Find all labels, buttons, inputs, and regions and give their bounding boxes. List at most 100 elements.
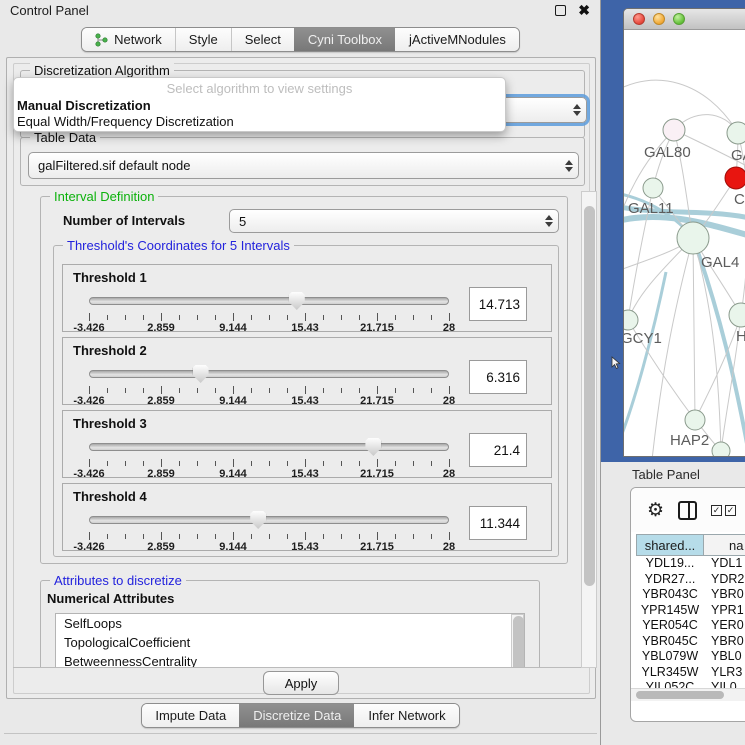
thresholds-group-title: Threshold's Coordinates for 5 Intervals xyxy=(63,238,294,253)
attribute-item-betweennesscentrality[interactable]: BetweennessCentrality xyxy=(56,652,524,668)
attributes-list-scrollbar[interactable] xyxy=(511,614,524,668)
cell-name[interactable]: YER0 xyxy=(704,618,745,634)
tab-network[interactable]: Network xyxy=(82,28,175,51)
algorithm-placeholder-option[interactable]: Select algorithm to view settings xyxy=(14,81,505,98)
tab-discretize-data[interactable]: Discretize Data xyxy=(239,704,354,727)
cell-shared-name[interactable]: YDL19... xyxy=(636,556,704,572)
cell-shared-name[interactable]: YER054C xyxy=(636,618,704,634)
table-row[interactable]: YBL079WYBL0 xyxy=(636,649,745,665)
slider-track[interactable] xyxy=(89,443,449,451)
settings-scrollbar[interactable] xyxy=(581,191,597,668)
network-canvas[interactable]: GAL80GACGAL11GAL4GCY1HHAP2 xyxy=(624,30,745,457)
attribute-item-selfloops[interactable]: SelfLoops xyxy=(56,614,524,633)
cell-name[interactable]: YBR0 xyxy=(704,587,745,603)
tab-label: Infer Network xyxy=(368,708,445,723)
table-horizontal-scrollbar[interactable] xyxy=(631,688,745,701)
slider-tick xyxy=(323,461,324,466)
slider-tick xyxy=(431,461,432,466)
cell-name[interactable]: YBL0 xyxy=(704,649,745,665)
gear-icon[interactable]: ⚙ xyxy=(647,501,664,520)
slider-handle[interactable] xyxy=(289,292,305,310)
minimize-traffic-light-icon[interactable] xyxy=(653,13,665,25)
panel-bottom-edge xyxy=(4,733,597,734)
slider-track[interactable] xyxy=(89,516,449,524)
threshold-slider[interactable]: -3.4262.8599.14415.4321.71528 xyxy=(89,364,449,404)
table-row[interactable]: YBR045CYBR0 xyxy=(636,634,745,650)
threshold-value-input[interactable] xyxy=(469,506,527,540)
close-icon[interactable]: ✖ xyxy=(578,5,590,16)
network-node-gal80[interactable] xyxy=(663,119,685,141)
table-row[interactable]: YPR145WYPR1 xyxy=(636,603,745,619)
network-node-h[interactable] xyxy=(729,303,745,327)
cell-shared-name[interactable]: YPR145W xyxy=(636,603,704,619)
cell-shared-name[interactable]: YBR045C xyxy=(636,634,704,650)
table-row[interactable]: YBR043CYBR0 xyxy=(636,587,745,603)
threshold-slider[interactable]: -3.4262.8599.14415.4321.71528 xyxy=(89,291,449,331)
cell-shared-name[interactable]: YDR27... xyxy=(636,572,704,588)
column-header-shared-name[interactable]: shared... xyxy=(636,534,704,556)
tab-select[interactable]: Select xyxy=(231,28,294,51)
network-node-c[interactable] xyxy=(725,167,745,189)
slider-tick xyxy=(179,461,180,466)
settings-scrollbar-thumb[interactable] xyxy=(584,206,595,586)
threshold-value-input[interactable] xyxy=(469,287,527,321)
table-row[interactable]: YDL19...YDL1 xyxy=(636,556,745,572)
select-columns-icon[interactable]: ✓✓ xyxy=(711,505,736,516)
cell-name[interactable]: YPR1 xyxy=(704,603,745,619)
table-row[interactable]: YLR345WYLR3 xyxy=(636,665,745,681)
tab-cyni-toolbox[interactable]: Cyni Toolbox xyxy=(294,28,395,51)
slider-handle[interactable] xyxy=(250,511,266,529)
tab-jactivemnodules[interactable]: jActiveMNodules xyxy=(395,28,519,51)
algorithm-option-manual-discretization[interactable]: Manual Discretization xyxy=(14,98,505,114)
network-edge-thick[interactable] xyxy=(624,272,666,454)
slider-handle[interactable] xyxy=(365,438,381,456)
threshold-panel-1: Threshold 1-3.4262.8599.14415.4321.71528 xyxy=(62,264,552,332)
network-node-ga[interactable] xyxy=(727,122,745,144)
cell-shared-name[interactable]: YBL079W xyxy=(636,649,704,665)
slider-tick xyxy=(269,315,270,320)
algorithm-option-equal-width-frequency-discretization[interactable]: Equal Width/Frequency Discretization xyxy=(14,114,505,130)
table-hscrollbar-thumb[interactable] xyxy=(636,691,724,699)
cell-name[interactable]: YLR3 xyxy=(704,665,745,681)
number-of-intervals-combobox[interactable]: 5 xyxy=(229,209,559,233)
combo-stepper-icon xyxy=(573,104,581,116)
table-row[interactable]: YDR27...YDR2 xyxy=(636,572,745,588)
attribute-item-topologicalcoefficient[interactable]: TopologicalCoefficient xyxy=(56,633,524,652)
cell-name[interactable]: YDR2 xyxy=(704,572,745,588)
tab-infer-network[interactable]: Infer Network xyxy=(354,704,458,727)
slider-tick-label: 15.43 xyxy=(291,541,319,553)
cell-name[interactable]: YDL1 xyxy=(704,556,745,572)
column-header-name[interactable]: na xyxy=(704,534,745,556)
network-node[interactable] xyxy=(712,442,730,457)
network-edge[interactable] xyxy=(693,238,695,420)
table-row[interactable]: YER054CYER0 xyxy=(636,618,745,634)
network-node-label: GAL4 xyxy=(701,254,739,271)
table-data-combobox[interactable]: galFiltered.sif default node xyxy=(28,152,579,179)
apply-button[interactable]: Apply xyxy=(263,671,339,695)
network-node-label: GCY1 xyxy=(624,330,662,347)
float-window-icon[interactable] xyxy=(555,5,566,16)
close-traffic-light-icon[interactable] xyxy=(633,13,645,25)
slider-track[interactable] xyxy=(89,370,449,378)
slider-handle[interactable] xyxy=(193,365,209,383)
slider-track[interactable] xyxy=(89,297,449,305)
cell-name[interactable]: YBR0 xyxy=(704,634,745,650)
tab-style[interactable]: Style xyxy=(175,28,231,51)
zoom-traffic-light-icon[interactable] xyxy=(673,13,685,25)
split-columns-icon[interactable] xyxy=(678,501,697,520)
network-node-gcy1[interactable] xyxy=(624,310,638,330)
network-node-gal4[interactable] xyxy=(677,222,709,254)
slider-tick-label: 28 xyxy=(443,395,455,407)
network-node-gal11[interactable] xyxy=(643,178,663,198)
threshold-value-input[interactable] xyxy=(469,360,527,394)
cell-shared-name[interactable]: YLR345W xyxy=(636,665,704,681)
slider-tick xyxy=(377,386,378,394)
threshold-value-input[interactable] xyxy=(469,433,527,467)
threshold-label: Threshold 4 xyxy=(73,489,147,504)
threshold-slider[interactable]: -3.4262.8599.14415.4321.71528 xyxy=(89,437,449,477)
numerical-attributes-list[interactable]: SelfLoopsTopologicalCoefficientBetweenne… xyxy=(55,613,525,668)
threshold-slider[interactable]: -3.4262.8599.14415.4321.71528 xyxy=(89,510,449,550)
network-node-hap2[interactable] xyxy=(685,410,705,430)
cell-shared-name[interactable]: YBR043C xyxy=(636,587,704,603)
tab-impute-data[interactable]: Impute Data xyxy=(142,704,239,727)
